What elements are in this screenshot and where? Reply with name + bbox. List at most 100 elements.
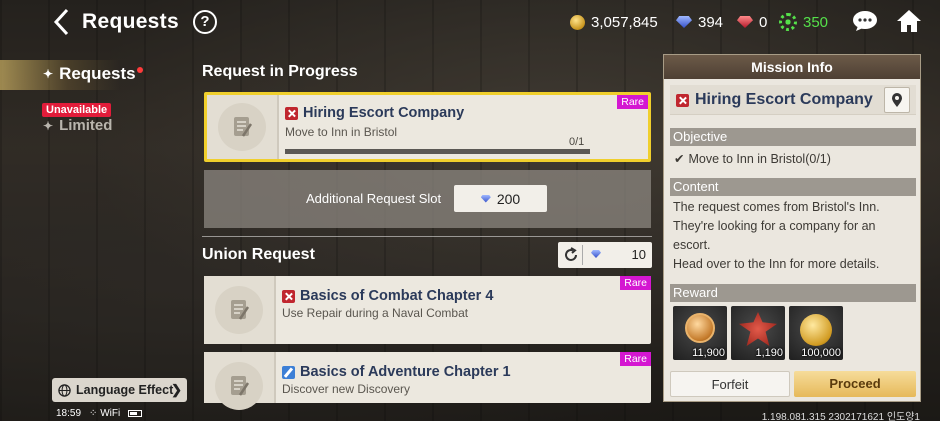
reward-qty: 100,000 — [801, 347, 841, 359]
version-text: 1.198.081.315 2302171621 인도양1 — [761, 412, 920, 421]
union-request-card[interactable]: Basics of Adventure Chapter 1 Discover n… — [204, 352, 651, 410]
adventure-type-icon — [282, 365, 295, 379]
language-effect-label: Language Effect — [76, 383, 174, 397]
request-title: Basics of Adventure Chapter 1 — [282, 364, 511, 380]
blue-gem-currency: 394 — [676, 12, 723, 32]
section-title-progress: Request in Progress — [202, 63, 358, 80]
section-title-union: Union Request — [202, 246, 315, 263]
divider — [202, 236, 652, 237]
request-title-text: Basics of Combat Chapter 4 — [300, 288, 494, 304]
refresh-button[interactable] — [562, 246, 580, 264]
gold-coin-icon — [800, 314, 832, 346]
blue-gem-icon — [676, 16, 692, 28]
reward-qty: 1,190 — [755, 347, 783, 359]
chat-button[interactable] — [852, 10, 878, 32]
combat-type-icon — [282, 289, 295, 303]
request-subtitle: Discover new Discovery — [282, 382, 411, 396]
rarity-badge: Rare — [620, 276, 651, 290]
objective-item: ✔ Move to Inn in Bristol(0/1) — [674, 151, 831, 167]
scroll-icon — [234, 117, 253, 137]
medal-icon — [685, 313, 715, 343]
back-button[interactable] — [50, 8, 72, 36]
gold-coin-icon — [570, 14, 585, 30]
request-card-in-progress[interactable]: Hiring Escort Company Move to Inn in Bri… — [204, 92, 651, 162]
reward-item[interactable]: 100,000 — [789, 306, 843, 360]
mission-info-panel: Mission Info Hiring Escort Company Objec… — [663, 54, 921, 402]
proceed-button[interactable]: Proceed — [794, 371, 916, 397]
objective-text: Move to Inn in Bristol(0/1) — [688, 151, 831, 166]
additional-slot-label: Additional Request Slot — [306, 191, 442, 206]
tab-requests[interactable]: ✦ Requests — [43, 64, 136, 84]
red-gem-amount: 0 — [759, 13, 768, 31]
buy-slot-button[interactable]: 200 — [454, 185, 547, 212]
request-icon-box — [204, 276, 276, 344]
refresh-divider — [582, 245, 583, 265]
request-icon-box — [207, 95, 279, 159]
tab-requests-label: Requests — [59, 64, 136, 83]
gold-amount: 3,057,845 — [591, 13, 658, 31]
request-title: Hiring Escort Company — [285, 105, 464, 121]
request-title-text: Hiring Escort Company — [303, 105, 465, 121]
scroll-icon — [231, 375, 250, 396]
language-effect-button[interactable]: Language Effect ❯ — [52, 378, 187, 402]
reward-item[interactable]: 1,190 — [731, 306, 785, 360]
progress-label: 0/1 — [569, 136, 585, 148]
mission-title-row: Hiring Escort Company — [670, 85, 916, 115]
top-bar: Requests ? 3,057,845 394 0 350 — [0, 0, 940, 44]
request-title-text: Basics of Adventure Chapter 1 — [300, 364, 511, 380]
mission-title: Hiring Escort Company — [676, 91, 873, 109]
blue-gem-icon — [480, 194, 491, 203]
globe-icon — [58, 383, 71, 397]
tab-limited[interactable]: ✦ Limited — [43, 117, 112, 134]
request-title: Basics of Combat Chapter 4 — [282, 288, 493, 304]
chat-bubble-icon — [853, 11, 877, 31]
red-gem-icon — [737, 16, 753, 28]
refresh-icon — [565, 247, 577, 261]
home-icon — [897, 10, 921, 32]
device-status-bar: 18:59 ⁘ WiFi — [56, 408, 143, 419]
help-button[interactable]: ? — [193, 10, 217, 34]
reward-header: Reward — [670, 284, 916, 302]
notification-dot — [137, 67, 143, 73]
reward-item[interactable]: 11,900 — [673, 306, 727, 360]
request-icon-box — [204, 352, 276, 410]
union-request-card[interactable]: Basics of Combat Chapter 4 Use Repair du… — [204, 276, 651, 344]
star-badge-icon — [739, 312, 777, 346]
rarity-badge: Rare — [620, 352, 651, 366]
check-icon: ✔ — [674, 152, 685, 166]
chevron-right-icon: ❯ — [171, 382, 182, 397]
refresh-control: 10 — [558, 242, 652, 268]
green-point-currency: 350 — [779, 12, 828, 32]
battery-icon — [128, 410, 143, 417]
wifi-status: ⁘ WiFi — [89, 408, 121, 419]
combat-type-icon — [676, 93, 689, 107]
additional-slot-panel: Additional Request Slot 200 — [204, 170, 651, 228]
slot-cost: 200 — [496, 190, 521, 207]
home-button[interactable] — [896, 8, 922, 34]
sparkle-icon: ✦ — [43, 67, 54, 81]
scroll-icon — [231, 300, 250, 320]
content-header: Content — [670, 178, 916, 196]
green-point-amount: 350 — [803, 13, 829, 31]
red-gem-currency: 0 — [737, 12, 767, 32]
mission-info-header: Mission Info — [664, 55, 920, 79]
refresh-cost: 10 — [631, 247, 646, 262]
wifi-label: WiFi — [100, 408, 121, 419]
clock: 18:59 — [56, 408, 82, 419]
tab-limited-label: Limited — [59, 117, 113, 134]
objective-header: Objective — [670, 128, 916, 146]
combat-type-icon — [285, 106, 298, 120]
map-pin-icon — [892, 93, 902, 107]
unavailable-badge: Unavailable — [42, 103, 112, 117]
blue-gem-amount: 394 — [698, 13, 724, 31]
forfeit-button[interactable]: Forfeit — [670, 371, 790, 397]
reward-qty: 11,900 — [692, 347, 725, 359]
content-text: The request comes from Bristol's Inn. Th… — [673, 200, 880, 271]
green-gear-icon — [779, 13, 797, 31]
back-arrow-icon — [53, 8, 69, 36]
blue-gem-icon — [591, 250, 601, 258]
request-subtitle: Move to Inn in Bristol — [285, 125, 398, 139]
rarity-badge: Rare — [617, 95, 648, 109]
sparkle-icon: ✦ — [43, 118, 54, 133]
location-button[interactable] — [884, 87, 910, 113]
